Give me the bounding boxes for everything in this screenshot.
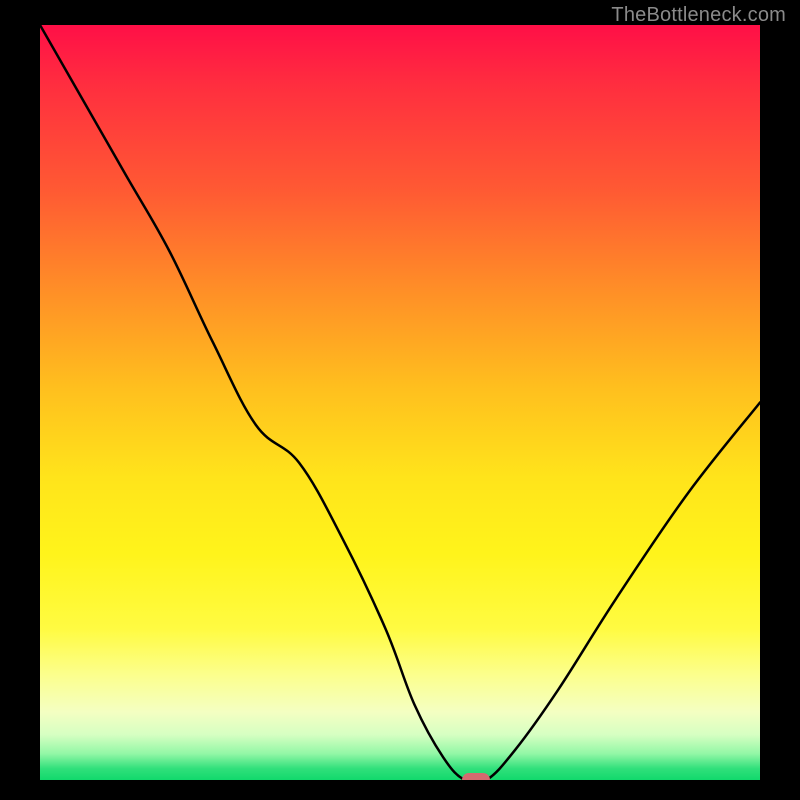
plot-area [40, 25, 760, 780]
chart-frame: TheBottleneck.com [0, 0, 800, 800]
curve-layer [40, 25, 760, 780]
optimum-marker [462, 773, 490, 780]
bottleneck-curve [40, 25, 760, 780]
attribution-text: TheBottleneck.com [611, 4, 786, 27]
